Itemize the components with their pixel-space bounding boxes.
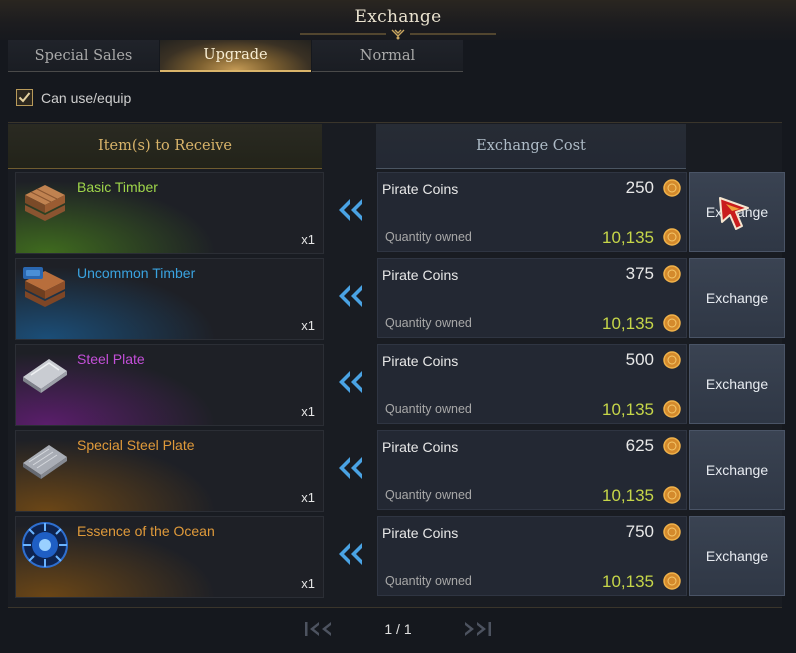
- quantity-owned-label: Quantity owned: [385, 488, 472, 502]
- exchange-button[interactable]: Exchange: [689, 258, 785, 338]
- item-card[interactable]: Essence of the Ocean x1: [15, 516, 324, 598]
- item-quantity: x1: [301, 490, 315, 505]
- quantity-owned-value: 10,135: [602, 400, 654, 419]
- pirate-coin-icon: [663, 572, 681, 590]
- cost-currency-name: Pirate Coins: [382, 267, 459, 283]
- item-name: Basic Timber: [77, 179, 158, 195]
- page-indicator: 1 / 1: [384, 621, 412, 637]
- exchange-row: Essence of the Ocean x1 Pirate Coins 750…: [0, 516, 796, 598]
- cost-card: Pirate Coins 750 Quantity owned 10,135: [377, 516, 687, 596]
- exchange-button[interactable]: Exchange: [689, 344, 785, 424]
- quantity-owned-label: Quantity owned: [385, 316, 472, 330]
- pagination: 1 / 1: [0, 616, 796, 642]
- item-card[interactable]: Special Steel Plate x1: [15, 430, 324, 512]
- quantity-owned-value: 10,135: [602, 314, 654, 333]
- double-chevron-left-icon: [339, 543, 362, 565]
- double-chevron-left-icon: [339, 371, 362, 393]
- exchange-button[interactable]: Exchange: [689, 516, 785, 596]
- item-card[interactable]: Basic Timber x1: [15, 172, 324, 254]
- item-quantity: x1: [301, 318, 315, 333]
- steel-plate-icon: [23, 359, 67, 393]
- filter-row: Can use/equip: [16, 89, 131, 106]
- exchange-row: Basic Timber x1 Pirate Coins 250 Quantit…: [0, 172, 796, 254]
- pirate-coin-icon: [663, 179, 681, 197]
- cost-card: Pirate Coins 250 Quantity owned 10,135: [377, 172, 687, 252]
- pirate-coin-icon: [663, 437, 681, 455]
- pirate-coin-icon: [663, 523, 681, 541]
- exchange-row: Special Steel Plate x1 Pirate Coins 625 …: [0, 430, 796, 512]
- window-title: Exchange: [354, 7, 442, 27]
- first-page-icon[interactable]: [302, 618, 336, 640]
- column-header-receive: Item(s) to Receive: [8, 124, 322, 169]
- pirate-coin-icon: [663, 265, 681, 283]
- cost-card: Pirate Coins 375 Quantity owned 10,135: [377, 258, 687, 338]
- item-name: Uncommon Timber: [77, 265, 196, 281]
- double-chevron-left-icon: [339, 457, 362, 479]
- timber-icon: [25, 185, 65, 221]
- double-chevron-left-icon: [339, 199, 362, 221]
- checkmark-icon: [18, 92, 31, 103]
- quantity-owned-value: 10,135: [602, 486, 654, 505]
- pirate-coin-icon: [663, 228, 681, 246]
- cost-card: Pirate Coins 625 Quantity owned 10,135: [377, 430, 687, 510]
- item-card[interactable]: Uncommon Timber x1: [15, 258, 324, 340]
- quantity-owned-label: Quantity owned: [385, 402, 472, 416]
- quantity-owned-value: 10,135: [602, 572, 654, 591]
- cost-price: 750: [625, 522, 654, 541]
- item-quantity: x1: [301, 232, 315, 247]
- item-name: Steel Plate: [77, 351, 145, 367]
- can-use-equip-checkbox[interactable]: [16, 89, 33, 106]
- item-quantity: x1: [301, 576, 315, 591]
- special-steel-plate-icon: [23, 445, 67, 479]
- quantity-owned-label: Quantity owned: [385, 574, 472, 588]
- exchange-row: Uncommon Timber x1 Pirate Coins 375 Quan…: [0, 258, 796, 340]
- pirate-coin-icon: [663, 486, 681, 504]
- cursor-pointer-icon: [719, 197, 749, 230]
- exchange-button[interactable]: Exchange: [689, 430, 785, 510]
- quantity-owned-label: Quantity owned: [385, 230, 472, 244]
- cost-currency-name: Pirate Coins: [382, 353, 459, 369]
- tab-upgrade[interactable]: Upgrade: [160, 40, 311, 72]
- pirate-coin-icon: [663, 351, 681, 369]
- item-name: Essence of the Ocean: [77, 523, 215, 539]
- tab-special-sales[interactable]: Special Sales: [8, 40, 159, 72]
- window-title-bar: Exchange: [0, 0, 796, 40]
- pirate-coin-icon: [663, 314, 681, 332]
- cost-currency-name: Pirate Coins: [382, 181, 459, 197]
- cost-currency-name: Pirate Coins: [382, 525, 459, 541]
- tab-normal[interactable]: Normal: [312, 40, 463, 72]
- item-quantity: x1: [301, 404, 315, 419]
- cost-currency-name: Pirate Coins: [382, 439, 459, 455]
- tab-bar: Special Sales Upgrade Normal: [8, 40, 464, 73]
- cost-price: 250: [625, 178, 654, 197]
- quantity-owned-value: 10,135: [602, 228, 654, 247]
- uncommon-timber-icon: [23, 267, 65, 307]
- double-chevron-left-icon: [339, 285, 362, 307]
- can-use-equip-label: Can use/equip: [41, 89, 132, 106]
- item-name: Special Steel Plate: [77, 437, 195, 453]
- pirate-coin-icon: [663, 400, 681, 418]
- ocean-essence-icon: [22, 522, 68, 568]
- cost-price: 500: [625, 350, 654, 369]
- last-page-icon[interactable]: [460, 618, 494, 640]
- cost-card: Pirate Coins 500 Quantity owned 10,135: [377, 344, 687, 424]
- exchange-row: Steel Plate x1 Pirate Coins 500 Quantity…: [0, 344, 796, 426]
- cost-price: 375: [625, 264, 654, 283]
- item-card[interactable]: Steel Plate x1: [15, 344, 324, 426]
- cost-price: 625: [625, 436, 654, 455]
- column-header-cost: Exchange Cost: [376, 124, 686, 169]
